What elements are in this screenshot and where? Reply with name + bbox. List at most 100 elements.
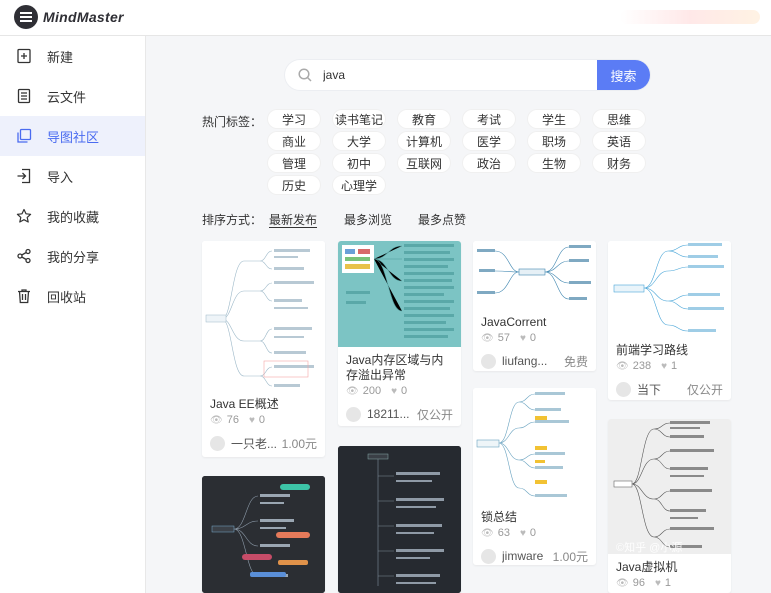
views-icon: 👁 <box>346 385 359 397</box>
tag-chip[interactable]: 英语 <box>593 132 645 150</box>
hot-tags-label: 热门标签： <box>202 115 263 129</box>
logo-text: MindMaster <box>43 9 124 25</box>
avatar <box>481 548 496 564</box>
views-icon: 👁 <box>481 332 494 344</box>
avatar <box>481 353 496 369</box>
likes-icon: ♥ <box>391 385 397 397</box>
card-price: 1.00元 <box>552 549 588 564</box>
mindmap-card[interactable]: JavaCorrent 👁 57 ♥ 0 liufang... 免费 <box>473 241 596 371</box>
card-thumbnail <box>338 446 461 593</box>
tag-chip[interactable]: 管理 <box>268 154 320 172</box>
card-thumbnail <box>202 476 325 593</box>
views-count: 57 <box>497 332 510 344</box>
mindmap-card[interactable]: 锁总结 👁 63 ♥ 0 jimware 1.00元 <box>473 388 596 565</box>
card-stats: 👁 76 ♥ 0 <box>202 414 325 426</box>
cloud-file-icon <box>16 88 32 104</box>
sort-option-most-viewed[interactable]: 最多浏览 <box>344 211 392 228</box>
tag-chip[interactable]: 教育 <box>398 110 450 128</box>
tag-chip[interactable]: 初中 <box>333 154 385 172</box>
tag-chip[interactable]: 互联网 <box>398 154 450 172</box>
card-title: Java内存区域与内存溢出异常 <box>346 353 444 382</box>
mindmap-card[interactable] <box>202 476 325 593</box>
card-title: 锁总结 <box>481 510 518 524</box>
tag-chip[interactable]: 历史 <box>268 176 320 194</box>
tag-chip[interactable]: 读书笔记 <box>333 110 385 128</box>
import-icon <box>16 168 32 184</box>
likes-count: 1 <box>664 577 672 589</box>
sidebar-item-label: 云文件 <box>47 89 87 105</box>
views-count: 76 <box>226 414 239 426</box>
tag-chip[interactable]: 大学 <box>333 132 385 150</box>
views-count: 200 <box>362 385 382 397</box>
tag-chip[interactable]: 学习 <box>268 110 320 128</box>
sidebar-item-shares[interactable]: 我的分享 <box>0 236 145 276</box>
card-author-row: jimware 1.00元 <box>473 546 596 565</box>
sidebar-item-import[interactable]: 导入 <box>0 156 145 196</box>
search-icon <box>297 67 313 83</box>
card-stats: 👁 200 ♥ 0 <box>338 385 461 397</box>
likes-icon: ♥ <box>519 527 526 539</box>
sort-option-newest[interactable]: 最新发布 <box>269 211 317 228</box>
mindmap-card[interactable]: ©知乎 @小源 Java虚拟机 👁 96 ♥ 1 <box>608 419 731 593</box>
tag-chip[interactable]: 财务 <box>593 154 645 172</box>
card-thumbnail <box>473 241 596 309</box>
mindmap-card[interactable] <box>338 446 461 593</box>
tag-chip[interactable]: 生物 <box>528 154 580 172</box>
author-name: jimware <box>502 549 544 563</box>
sidebar-item-label: 导图社区 <box>47 129 100 145</box>
card-thumbnail <box>473 388 596 504</box>
card-title: Java虚拟机 <box>616 560 678 574</box>
tag-chip[interactable]: 政治 <box>463 154 515 172</box>
likes-icon: ♥ <box>661 360 667 372</box>
card-stats: 👁 96 ♥ 1 <box>608 577 731 589</box>
card-author-row: liufang... 免费 <box>473 351 596 371</box>
card-thumbnail <box>608 241 731 337</box>
app-logo[interactable]: MindMaster <box>14 5 124 29</box>
tag-chip[interactable]: 商业 <box>268 132 320 150</box>
sidebar-item-label: 我的收藏 <box>47 209 100 225</box>
watermark-text: ©知乎 @小源 <box>616 542 683 554</box>
new-file-icon <box>16 48 32 64</box>
card-thumbnail: ©知乎 @小源 <box>608 419 731 554</box>
views-count: 238 <box>632 360 652 372</box>
tag-chip[interactable]: 心理学 <box>333 176 385 194</box>
mindmap-card[interactable]: Java EE概述 👁 76 ♥ 0 一只老... 1.00元 <box>202 241 325 457</box>
avatar <box>210 435 225 451</box>
card-price: 仅公开 <box>686 382 723 397</box>
likes-count: 0 <box>529 527 537 539</box>
app-header: MindMaster <box>0 0 771 36</box>
card-price: 仅公开 <box>416 407 453 422</box>
sidebar-item-favorites[interactable]: 我的收藏 <box>0 196 145 236</box>
search-button[interactable]: 搜索 <box>597 60 650 90</box>
sidebar-item-label: 我的分享 <box>47 249 100 265</box>
card-price: 免费 <box>563 354 588 369</box>
tag-chip[interactable]: 思维 <box>593 110 645 128</box>
tag-chip[interactable]: 考试 <box>463 110 515 128</box>
tag-chip[interactable]: 职场 <box>528 132 580 150</box>
header-decoration <box>620 10 760 24</box>
sidebar-item-new[interactable]: 新建 <box>0 36 145 76</box>
sidebar: 新建 云文件 导图社区 导入 我的收藏 我的分享 回收站 <box>0 36 146 593</box>
share-icon <box>16 248 32 264</box>
author-name: 当下 <box>637 382 662 397</box>
trash-icon <box>16 288 32 304</box>
card-stats: 👁 238 ♥ 1 <box>608 360 731 372</box>
sidebar-item-cloud-files[interactable]: 云文件 <box>0 76 145 116</box>
sort-option-most-liked[interactable]: 最多点赞 <box>418 211 466 228</box>
search-input[interactable] <box>323 65 583 85</box>
sort-label: 排序方式： <box>202 213 263 227</box>
sidebar-item-community[interactable]: 导图社区 <box>0 116 145 156</box>
mindmap-card[interactable]: 前端学习路线 👁 238 ♥ 1 当下 仅公开 <box>608 241 731 400</box>
views-icon: 👁 <box>616 360 629 372</box>
tag-chip[interactable]: 医学 <box>463 132 515 150</box>
author-name: 一只老... <box>231 436 278 451</box>
card-title: JavaCorrent <box>481 315 547 329</box>
sidebar-item-trash[interactable]: 回收站 <box>0 276 145 316</box>
tag-chip[interactable]: 计算机 <box>398 132 450 150</box>
mindmap-card[interactable]: Java内存区域与内存溢出异常 👁 200 ♥ 0 18211... 仅公开 <box>338 241 461 426</box>
likes-count: 0 <box>401 385 408 397</box>
likes-count: 0 <box>258 414 266 426</box>
likes-icon: ♥ <box>654 577 661 589</box>
likes-count: 1 <box>671 360 678 372</box>
tag-chip[interactable]: 学生 <box>528 110 580 128</box>
